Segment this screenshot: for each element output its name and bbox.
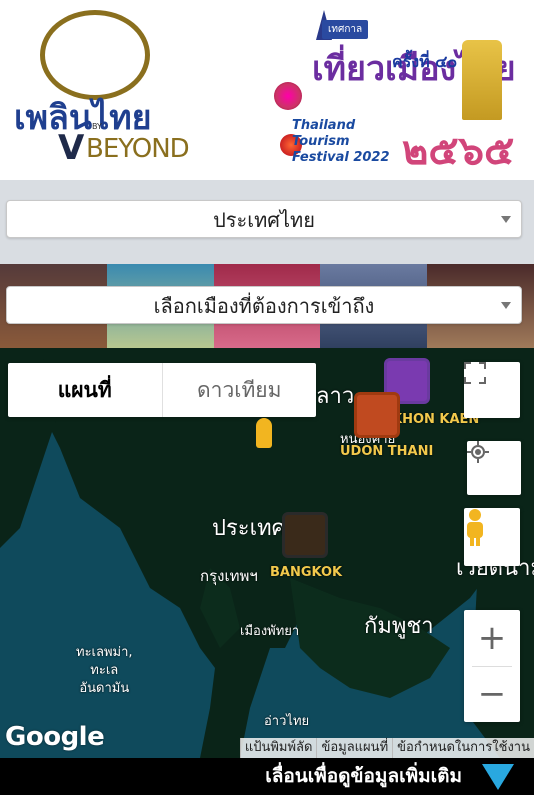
scroll-more-text: เลื่อนเพื่อดูข้อมูลเพิ่มเติม (265, 765, 462, 787)
flower-icon (274, 82, 302, 110)
label-gulf: อ่าวไทย (264, 714, 310, 729)
brand-by: BY (92, 122, 102, 131)
festival-logo: เทศกาล เที่ยวเมืองไทย ครั้งที่ ๔๐ Thaila… (272, 10, 528, 174)
label-andaman: ทะเลพม่า, ทะเล อันดามัน (76, 645, 133, 696)
pegman-icon[interactable] (256, 418, 272, 448)
label-bangkok-en: BANGKOK (270, 565, 343, 580)
country-select-value: ประเทศไทย (213, 208, 315, 232)
chevron-down-icon (501, 216, 511, 223)
city-select-value: เลือกเมืองที่ต้องการเข้าถึง (153, 294, 375, 318)
logo-v: V (58, 128, 85, 168)
google-logo: Google (5, 722, 105, 752)
map-type-satellite[interactable]: ดาวเทียม (161, 363, 317, 417)
terms-link[interactable]: ข้อกำหนดในการใช้งาน (392, 738, 534, 758)
label-udon: UDON THANI (340, 444, 434, 459)
header: เพลินไทย V BY BEYOND เทศกาล เที่ยวเมืองไ… (0, 0, 534, 180)
zoom-in-button[interactable]: + (464, 610, 520, 666)
zoom-out-button[interactable]: − (464, 667, 520, 723)
city-select[interactable]: เลือกเมืองที่ต้องการเข้าถึง (6, 286, 522, 324)
my-location-button[interactable] (467, 441, 521, 495)
label-pattaya: เมืองพัทยา (240, 624, 300, 639)
brand-sub: BEYOND (86, 134, 190, 164)
fullscreen-button[interactable] (464, 362, 520, 418)
city-marker-udon[interactable] (354, 392, 400, 438)
map-attribution: แป้นพิมพ์ลัด ข้อมูลแผนที่ ข้อกำหนดในการใ… (239, 738, 534, 758)
map-data-link[interactable]: ข้อมูลแผนที่ (316, 738, 392, 758)
crosshair-icon (467, 441, 489, 463)
festival-top: เทศกาล (322, 20, 369, 39)
map-type-map[interactable]: แผนที่ (8, 363, 162, 417)
label-laos: ลาว (316, 384, 355, 409)
map-type-toggle: แผนที่ ดาวเทียม (8, 363, 316, 417)
label-bangkok-th: กรุงเทพฯ (200, 567, 258, 585)
city-marker-bangkok[interactable] (282, 512, 328, 558)
festival-edition: ครั้งที่ ๔๐ (392, 52, 458, 71)
dancer-icon (462, 40, 502, 120)
logo-emblem (40, 10, 150, 100)
zoom-controls: + − (464, 610, 520, 722)
street-view-button[interactable] (464, 508, 520, 566)
chevron-down-icon (501, 302, 511, 309)
plernthai-logo: เพลินไทย V BY BEYOND (14, 10, 204, 168)
festival-en: Thailand Tourism Festival 2022 (292, 118, 390, 165)
map-view[interactable]: แผนที่ ดาวเทียม ลาว ประเทศไทย กรุงเทพฯ B… (0, 348, 534, 758)
fullscreen-icon (464, 362, 486, 384)
scroll-footer[interactable]: เลื่อนเพื่อดูข้อมูลเพิ่มเติม (0, 758, 534, 795)
festival-year: ๒๕๖๕ (402, 128, 515, 174)
keyboard-shortcuts-link[interactable]: แป้นพิมพ์ลัด (239, 738, 317, 758)
pegman-icon (467, 509, 483, 546)
arrow-down-icon (482, 764, 514, 790)
country-select[interactable]: ประเทศไทย (6, 200, 522, 238)
label-cambodia: กัมพูชา (364, 614, 434, 639)
